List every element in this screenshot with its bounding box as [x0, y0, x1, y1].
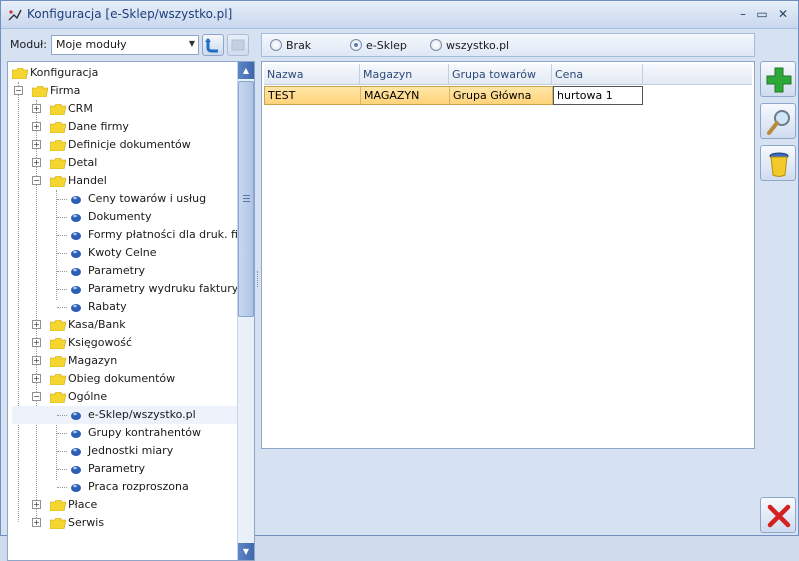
module-select[interactable]: Moje moduły ▼ — [51, 35, 199, 55]
expand-icon[interactable]: + — [32, 140, 41, 149]
close-window-button[interactable]: ✕ — [774, 6, 792, 22]
cell-grupa[interactable]: Grupa Główna — [450, 87, 553, 104]
expand-icon[interactable]: + — [32, 122, 41, 131]
radio-circle — [430, 39, 442, 51]
left-panel: Moduł: Moje moduły ▼ Konfiguracja − Firm… — [5, 31, 255, 561]
chevron-down-icon: ▼ — [188, 39, 195, 48]
settings-leaf-icon — [71, 250, 81, 258]
expand-icon[interactable]: + — [32, 158, 41, 167]
plus-icon — [766, 67, 792, 93]
expand-icon[interactable]: + — [32, 338, 41, 347]
settings-leaf-icon — [71, 484, 81, 492]
folder-icon — [50, 140, 66, 151]
cell-magazyn[interactable]: MAGAZYN — [361, 87, 450, 104]
folder-icon — [12, 68, 28, 79]
app-icon — [8, 9, 22, 21]
col-grupa-towarow[interactable]: Grupa towarów — [449, 64, 552, 85]
folder-icon — [50, 320, 66, 331]
window-title: Konfiguracja [e-Sklep/wszystko.pl] — [27, 7, 233, 21]
expand-icon[interactable]: + — [32, 518, 41, 527]
collapse-icon[interactable]: − — [32, 176, 41, 185]
folder-icon — [32, 86, 48, 97]
folder-icon — [50, 338, 66, 349]
delete-button[interactable] — [760, 145, 796, 181]
collapse-icon[interactable]: − — [14, 86, 23, 95]
folder-icon — [50, 518, 66, 529]
disabled-tool-button[interactable] — [227, 34, 249, 56]
refresh-button[interactable] — [202, 34, 224, 56]
tree-item-e-sklep[interactable]: e-Sklep/wszystko.pl — [12, 406, 238, 424]
folder-icon — [50, 500, 66, 511]
folder-icon — [50, 392, 66, 403]
settings-leaf-icon — [71, 430, 81, 438]
module-label: Moduł: — [10, 38, 48, 51]
radio-e-sklep[interactable]: e-Sklep — [350, 39, 420, 53]
maximize-button[interactable]: ▭ — [753, 6, 771, 22]
folder-icon — [50, 356, 66, 367]
module-row: Moduł: Moje moduły ▼ — [5, 33, 255, 56]
settings-leaf-icon — [71, 448, 81, 456]
add-button[interactable] — [760, 61, 796, 97]
scroll-up-button[interactable]: ▲ — [238, 62, 254, 79]
radio-brak[interactable]: Brak — [270, 39, 320, 53]
folder-icon — [50, 374, 66, 385]
expand-icon[interactable]: + — [32, 374, 41, 383]
col-magazyn[interactable]: Magazyn — [360, 64, 449, 85]
blank-icon — [231, 39, 245, 51]
refresh-arrow-icon — [205, 38, 218, 53]
config-tree[interactable]: Konfiguracja − Firma + CRM + Dane firmy … — [7, 61, 255, 561]
module-select-value: Moje moduły — [56, 38, 127, 51]
expand-icon[interactable]: + — [32, 320, 41, 329]
settings-leaf-icon — [71, 268, 81, 276]
minimize-button[interactable]: – — [734, 6, 752, 22]
radio-circle — [270, 39, 282, 51]
cell-cena-editor[interactable]: hurtowa 1 — [553, 86, 643, 105]
filter-radio-group: Brak e-Sklep wszystko.pl — [261, 33, 755, 57]
radio-wszystko-pl[interactable]: wszystko.pl — [430, 39, 520, 53]
collapse-icon[interactable]: − — [32, 392, 41, 401]
title-bar: Konfiguracja [e-Sklep/wszystko.pl] – ▭ ✕ — [1, 1, 798, 29]
expand-icon[interactable]: + — [32, 500, 41, 509]
price-grid[interactable]: Nazwa Magazyn Grupa towarów Cena TEST MA… — [261, 61, 755, 449]
radio-circle-selected — [350, 39, 362, 51]
settings-leaf-icon — [71, 196, 81, 204]
settings-leaf-icon — [71, 232, 81, 240]
cell-nazwa[interactable]: TEST — [265, 87, 361, 104]
trash-bin-icon — [769, 152, 789, 177]
settings-leaf-icon — [71, 412, 81, 420]
close-button[interactable] — [760, 497, 796, 533]
settings-leaf-icon — [71, 214, 81, 222]
scroll-down-button[interactable]: ▼ — [238, 543, 254, 560]
search-button[interactable] — [760, 103, 796, 139]
folder-icon — [50, 176, 66, 187]
close-icon — [767, 504, 791, 528]
settings-leaf-icon — [71, 466, 81, 474]
settings-leaf-icon — [71, 286, 81, 294]
settings-leaf-icon — [71, 304, 81, 312]
folder-icon — [50, 158, 66, 169]
config-window: Konfiguracja [e-Sklep/wszystko.pl] – ▭ ✕… — [0, 0, 799, 561]
panel-splitter[interactable] — [257, 271, 259, 287]
grid-header: Nazwa Magazyn Grupa towarów Cena — [264, 64, 752, 85]
col-cena[interactable]: Cena — [552, 64, 643, 85]
expand-icon[interactable]: + — [32, 104, 41, 113]
scroll-thumb[interactable] — [238, 81, 254, 317]
folder-icon — [50, 122, 66, 133]
right-panel: Brak e-Sklep wszystko.pl Nazwa Magazyn G… — [261, 31, 796, 533]
table-row[interactable]: TEST MAGAZYN Grupa Główna hurtowa 1 — [264, 86, 643, 105]
col-nazwa[interactable]: Nazwa — [264, 64, 360, 85]
expand-icon[interactable]: + — [32, 356, 41, 365]
magnifier-icon — [767, 110, 790, 135]
folder-icon — [50, 104, 66, 115]
tree-scrollbar[interactable]: ▲ ▼ — [237, 62, 254, 560]
